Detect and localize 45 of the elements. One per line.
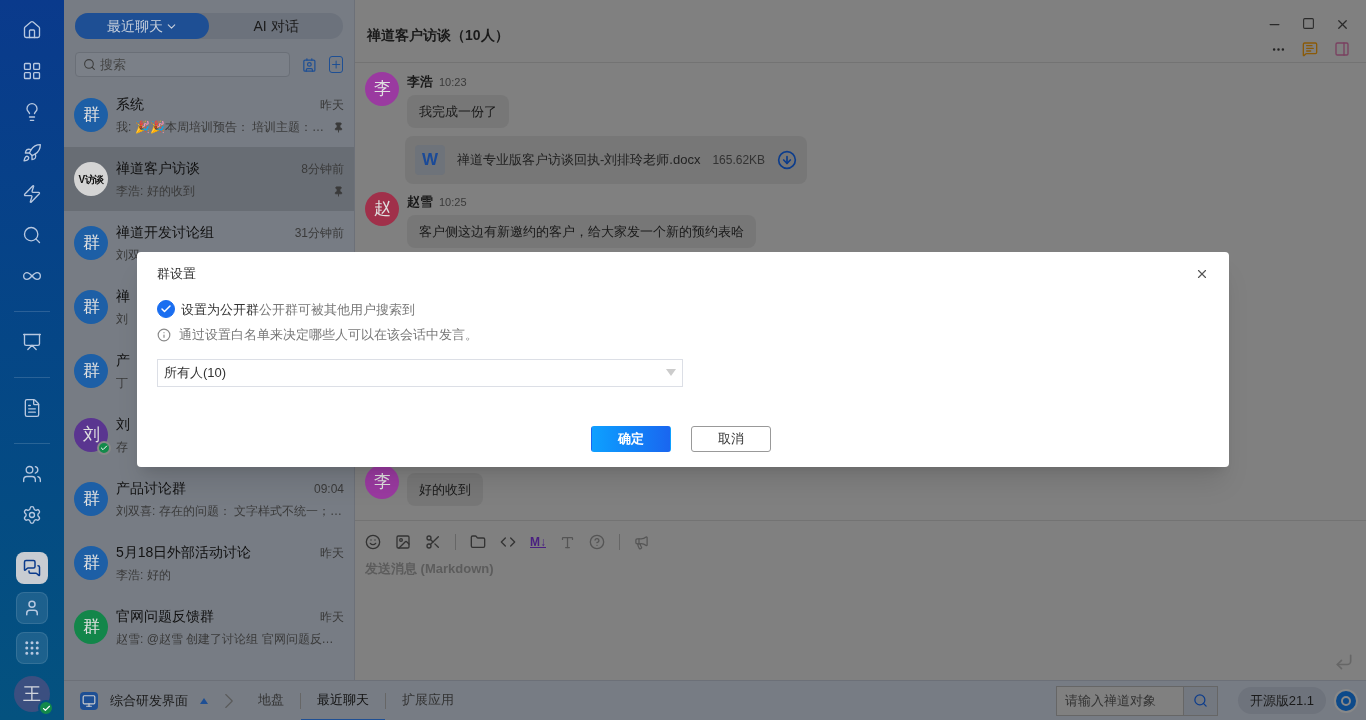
message-preview: 赵雪: @赵雪 创建了讨论组 官网问题反…: [116, 631, 334, 648]
info-text: 通过设置白名单来决定哪些人可以在该会话中发言。: [179, 326, 478, 344]
avatar: 赵: [365, 192, 399, 226]
avatar: 李: [365, 72, 399, 106]
conversation-name: 刘: [116, 415, 130, 434]
message-preview: 李浩: 好的: [116, 567, 171, 584]
conversation-name: 5月18日外部活动讨论: [116, 543, 252, 562]
public-group-label: 设置为公开群: [181, 300, 259, 319]
message-time: 10:25: [439, 195, 467, 210]
chat-title: 禅道客户访谈（10人）: [367, 26, 509, 45]
message-preview: 丁: [116, 375, 128, 392]
public-group-hint: 公开群可被其他用户搜索到: [259, 300, 415, 319]
avatar: 群: [74, 610, 108, 644]
conversation-name: 系统: [116, 95, 144, 114]
avatar: 刘: [74, 418, 108, 452]
conversation-time: 09:04: [313, 480, 344, 498]
conversation-name: 产品讨论群: [116, 479, 186, 498]
message-preview: 刘: [116, 311, 128, 328]
conversation-name: 禅: [116, 287, 130, 306]
author-name: 赵雪: [407, 193, 433, 211]
conversation-time: 昨天: [320, 608, 344, 626]
message-bubble: 好的收到: [407, 472, 483, 506]
conversation-name: 产: [116, 351, 130, 370]
message-time: 10:23: [439, 75, 467, 90]
message-preview: 刘双喜: 存在的问题： 文字样式不统一；…: [116, 503, 342, 520]
message-preview: 存: [116, 439, 128, 456]
logo-avatar: V访谈: [74, 162, 108, 196]
avatar: 群: [74, 354, 108, 388]
word-file-icon: W: [415, 145, 445, 175]
conversation-time: 昨天: [320, 544, 344, 562]
author-name: 李浩: [407, 73, 433, 91]
message-preview: 我: 🎉🎉本周培训预告： 培训主题：…: [116, 119, 324, 136]
conversation-name: 禅道开发讨论组: [116, 223, 214, 242]
avatar: 群: [74, 482, 108, 516]
dialog-title: 群设置: [157, 265, 196, 283]
avatar: 群: [74, 98, 108, 132]
avatar: 群: [74, 290, 108, 324]
conversation-name: 官网问题反馈群: [116, 607, 214, 626]
conversation-time: 31分钟前: [294, 224, 344, 242]
conversation-name: 禅道客户访谈: [116, 159, 200, 178]
file-name: 禅道专业版客户访谈回执-刘排玲老师.docx: [457, 151, 701, 170]
conversation-time: 昨天: [320, 96, 344, 114]
file-size: 165.62KB: [712, 152, 766, 169]
avatar: 群: [74, 546, 108, 580]
avatar: 群: [74, 226, 108, 260]
